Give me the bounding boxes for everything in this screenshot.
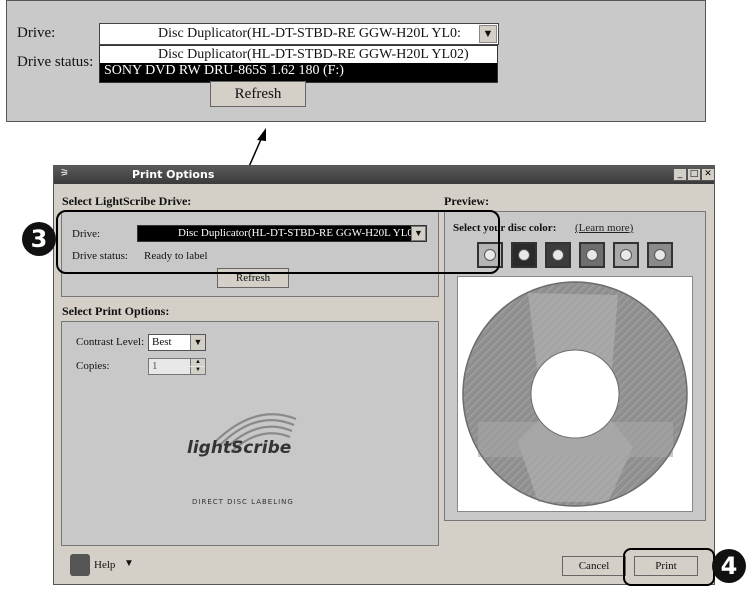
chevron-down-icon[interactable]: ▼ [124,558,134,569]
copies-value: 1 [152,360,158,372]
title-bar: ⚞ Print Options _ □ ✕ [54,166,715,184]
disc-color-swatches [477,242,677,270]
stepper-down-icon[interactable]: ▼ [190,367,205,374]
disc-preview-area [457,276,693,512]
help-label[interactable]: Help [94,559,115,571]
copies-label: Copies: [76,360,110,372]
close-icon[interactable]: ✕ [701,168,715,181]
contrast-level-value: Best [152,336,172,348]
disc-color-swatch-6[interactable] [647,242,673,268]
help-icon[interactable] [70,554,90,576]
select-print-options-heading: Select Print Options: [62,304,170,318]
preview-heading: Preview: [444,194,490,208]
app-icon: ⚞ [60,168,69,179]
window-title: Print Options [132,168,215,181]
print-options-panel: Contrast Level: Best ▼ Copies: 1 ▲ ▼ lig… [61,321,439,546]
maximize-icon[interactable]: □ [687,168,701,181]
learn-more-link[interactable]: (Learn more) [575,222,633,234]
step-3-marker: 3 [22,222,56,256]
disc-color-swatch-2[interactable] [511,242,537,268]
chevron-down-icon[interactable]: ▼ [190,335,205,350]
drive-highlight-box [56,210,500,274]
step-4-marker: 4 [712,549,746,583]
logo-text: lightScribe [187,438,292,458]
copies-stepper[interactable]: 1 ▲ ▼ [148,358,206,375]
disc-color-swatch-4[interactable] [579,242,605,268]
select-drive-heading: Select LightScribe Drive: [62,194,192,208]
disc-color-swatch-5[interactable] [613,242,639,268]
disc-preview-image [462,281,688,507]
minimize-icon[interactable]: _ [673,168,687,181]
disc-color-swatch-3[interactable] [545,242,571,268]
logo-tagline: DIRECT DISC LABELING [192,498,294,506]
stepper-up-icon[interactable]: ▲ [190,359,205,366]
print-highlight-box [623,548,715,586]
contrast-level-select[interactable]: Best ▼ [148,334,206,351]
contrast-level-label: Contrast Level: [76,336,145,348]
cancel-button[interactable]: Cancel [562,556,626,576]
